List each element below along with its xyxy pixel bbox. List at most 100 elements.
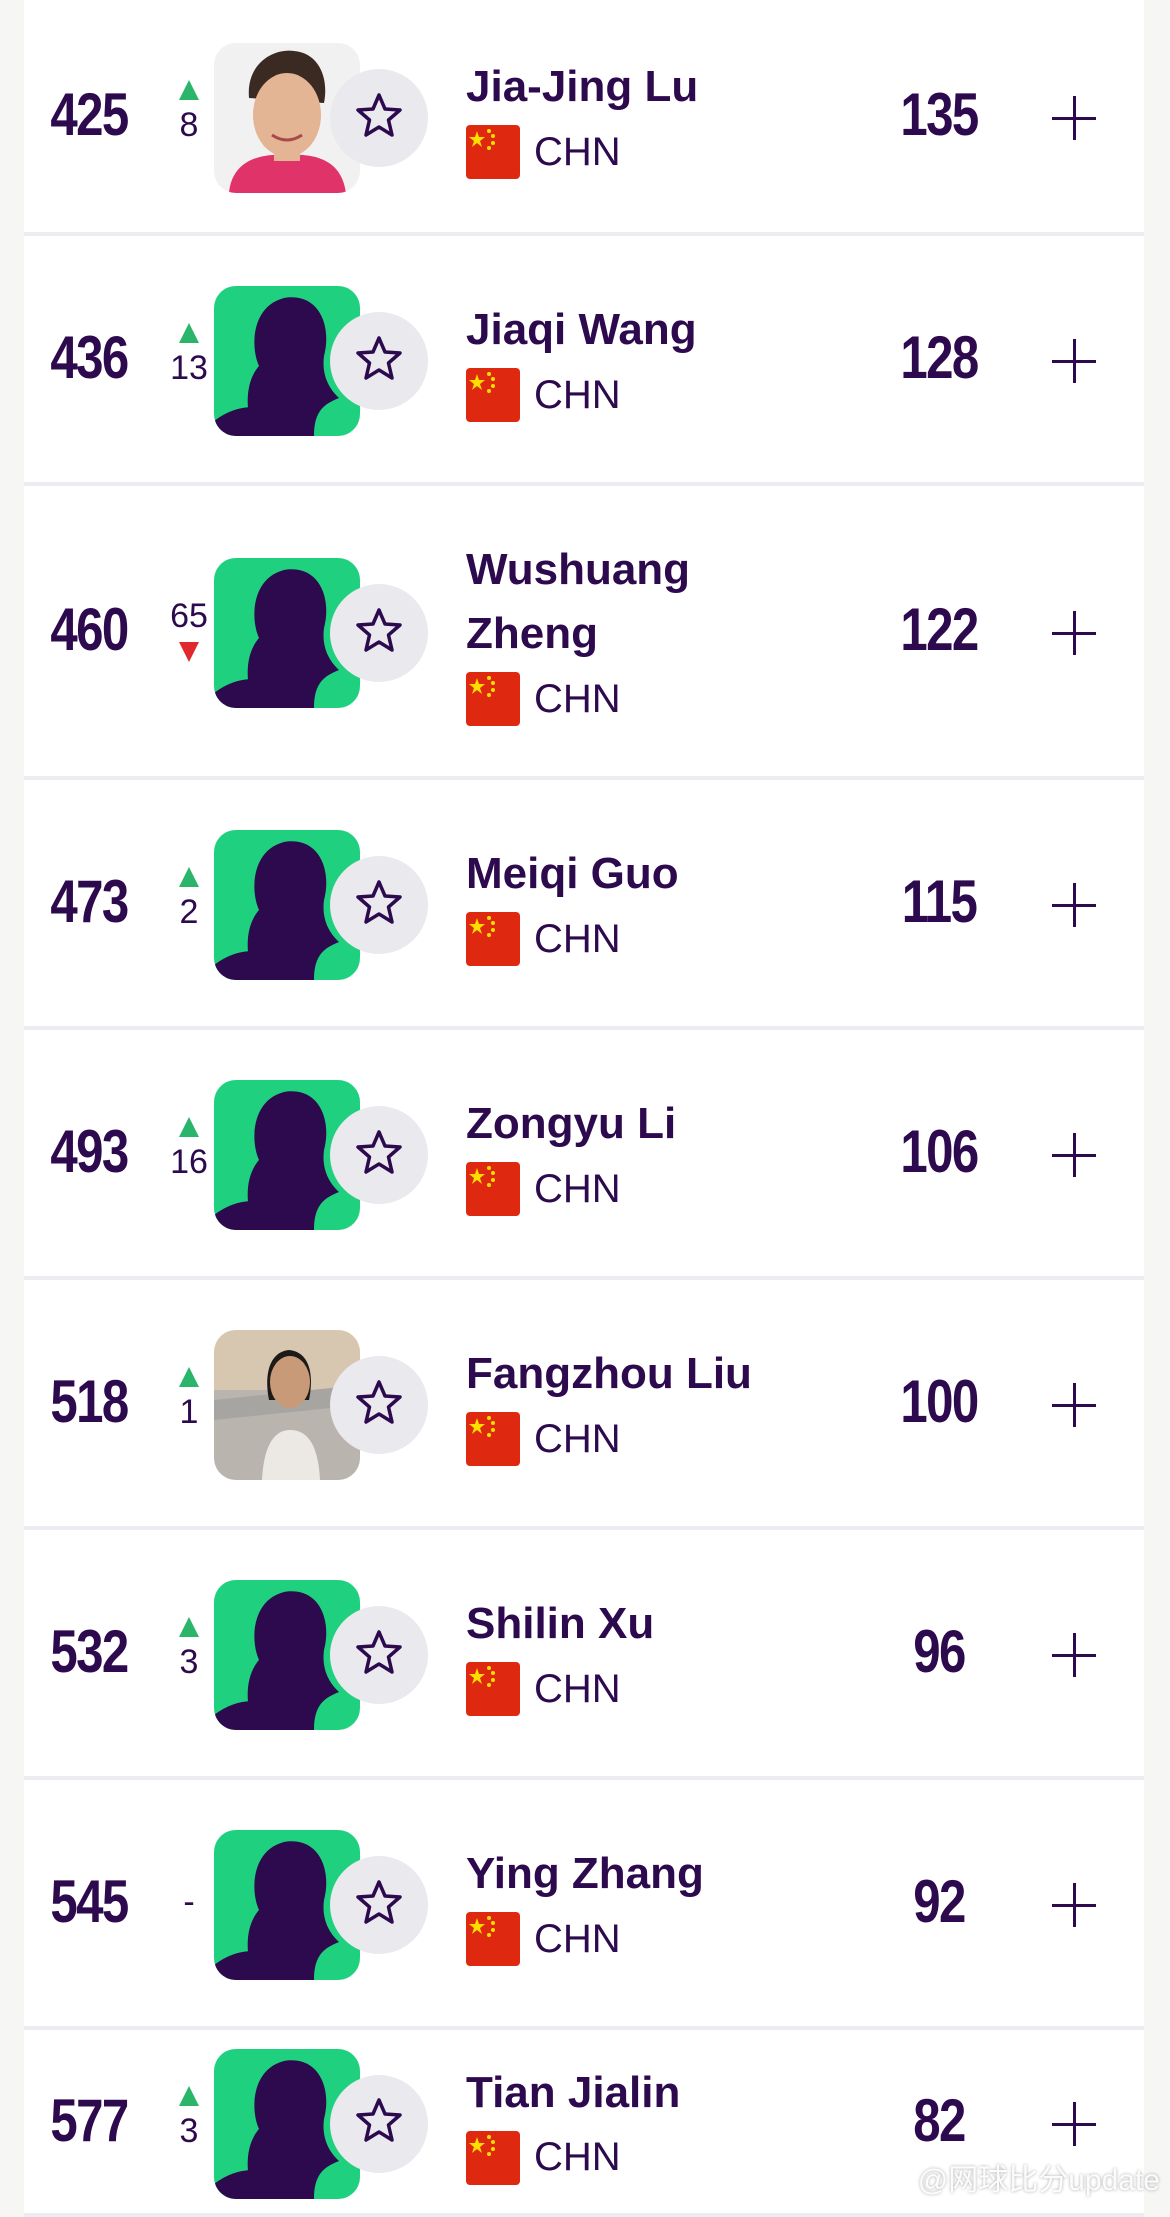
favorite-button[interactable] <box>330 1106 428 1204</box>
player-name[interactable]: Fangzhou Liu <box>466 1342 796 1406</box>
favorite-button[interactable] <box>330 1356 428 1454</box>
player-name[interactable]: Meiqi Guo <box>466 842 796 906</box>
country-code: CHN <box>534 676 621 721</box>
china-flag-icon <box>466 912 520 966</box>
expand-plus-icon[interactable] <box>1044 1375 1104 1435</box>
player-points: 128 <box>900 324 979 391</box>
player-points: 115 <box>901 868 978 935</box>
star-outline-icon <box>354 878 404 933</box>
rank-movement-value: 2 <box>179 893 199 931</box>
player-name[interactable]: Shilin Xu <box>466 1592 796 1656</box>
weibo-icon <box>869 2164 910 2193</box>
player-name[interactable]: Zongyu Li <box>466 1092 796 1156</box>
favorite-button[interactable] <box>330 312 428 410</box>
country-code: CHN <box>534 1666 621 1711</box>
china-flag-icon <box>466 1412 520 1466</box>
country-code: CHN <box>534 129 621 174</box>
player-row[interactable]: 518 1 Fangzhou Liu CHN 100 <box>24 1280 1144 1530</box>
player-name-line: Zheng <box>466 609 598 658</box>
player-row[interactable]: 425 8 Jia-Jing Lu CHN 135 <box>24 0 1144 236</box>
player-country: CHN <box>466 125 621 179</box>
player-row[interactable]: 545 - Ying Zhang CHN 92 <box>24 1780 1144 2030</box>
player-country: CHN <box>466 672 621 726</box>
favorite-button[interactable] <box>330 1856 428 1954</box>
expand-plus-icon[interactable] <box>1044 88 1104 148</box>
player-row[interactable]: 460 65 Wushuang Zheng CHN 122 <box>24 486 1144 780</box>
triangle-up-icon <box>179 1367 199 1387</box>
favorite-button[interactable] <box>330 584 428 682</box>
rank-movement-value: 3 <box>179 1643 199 1681</box>
player-name[interactable]: Jiaqi Wang <box>466 298 796 362</box>
triangle-up-icon <box>179 2085 199 2106</box>
player-row[interactable]: 473 2 Meiqi Guo CHN 115 <box>24 780 1144 1030</box>
player-name-line: Zongyu Li <box>466 1099 677 1148</box>
player-country: CHN <box>466 1912 621 1966</box>
star-outline-icon <box>354 1128 404 1183</box>
player-name-line: Wushuang <box>466 545 691 594</box>
player-country: CHN <box>466 2130 621 2185</box>
player-country: CHN <box>466 1162 621 1216</box>
player-points: 135 <box>900 81 979 148</box>
triangle-up-icon <box>179 867 199 887</box>
player-country: CHN <box>466 1662 621 1716</box>
favorite-button[interactable] <box>330 69 428 167</box>
triangle-up-icon <box>179 1617 199 1637</box>
star-outline-icon <box>354 2096 404 2151</box>
player-name[interactable]: Jia-Jing Lu <box>466 55 796 119</box>
player-name-line: Fangzhou Liu <box>466 1349 752 1398</box>
china-flag-icon <box>466 2130 520 2185</box>
player-rank: 532 <box>50 1618 129 1685</box>
expand-plus-icon[interactable] <box>1044 1875 1104 1935</box>
country-code: CHN <box>534 372 621 417</box>
rank-movement-value: 8 <box>179 106 199 144</box>
player-points: 100 <box>900 1368 979 1435</box>
player-name-line: Jiaqi Wang <box>466 305 697 354</box>
star-outline-icon <box>354 1878 404 1933</box>
expand-plus-icon[interactable] <box>1044 1125 1104 1185</box>
player-points: 82 <box>913 2086 966 2154</box>
expand-plus-icon[interactable] <box>1044 875 1104 935</box>
country-code: CHN <box>534 1416 621 1461</box>
star-outline-icon <box>354 91 404 146</box>
star-outline-icon <box>354 606 404 661</box>
player-name-line: Jia-Jing Lu <box>466 62 699 111</box>
china-flag-icon <box>466 1162 520 1216</box>
rank-movement-value: 3 <box>179 2111 199 2150</box>
player-name[interactable]: Ying Zhang <box>466 1842 796 1906</box>
china-flag-icon <box>466 125 520 179</box>
player-row[interactable]: 436 13 Jiaqi Wang CHN 128 <box>24 236 1144 486</box>
expand-plus-icon[interactable] <box>1044 1625 1104 1685</box>
player-name-line: Meiqi Guo <box>466 849 679 898</box>
favorite-button[interactable] <box>330 1606 428 1704</box>
rank-movement-value: - <box>183 1883 195 1921</box>
player-name[interactable]: Wushuang Zheng <box>466 538 796 666</box>
expand-plus-icon[interactable] <box>1044 2094 1104 2154</box>
rank-movement-value: 16 <box>170 1143 208 1181</box>
star-outline-icon <box>354 1378 404 1433</box>
player-rank: 545 <box>50 1868 129 1935</box>
watermark: @网球比分update <box>868 2155 1160 2199</box>
player-country: CHN <box>466 1412 621 1466</box>
player-rank: 460 <box>50 596 129 663</box>
watermark-text: @网球比分update <box>917 2164 1160 2197</box>
player-country: CHN <box>466 368 621 422</box>
rankings-list: 425 8 Jia-Jing Lu CHN 135 436 13 Jiaqi Wang CHN 1… <box>24 0 1144 2217</box>
player-row[interactable]: 493 16 Zongyu Li CHN 106 <box>24 1030 1144 1280</box>
china-flag-icon <box>466 672 520 726</box>
expand-plus-icon[interactable] <box>1044 603 1104 663</box>
player-rank: 473 <box>50 868 129 935</box>
player-name-line: Tian Jialin <box>466 2067 681 2117</box>
rank-movement-value: 13 <box>170 349 208 387</box>
player-rank: 493 <box>50 1118 129 1185</box>
player-name[interactable]: Tian Jialin <box>466 2061 796 2125</box>
player-rank: 425 <box>50 81 129 148</box>
favorite-button[interactable] <box>330 2074 428 2173</box>
china-flag-icon <box>466 368 520 422</box>
favorite-button[interactable] <box>330 856 428 954</box>
country-code: CHN <box>534 2135 621 2179</box>
triangle-down-icon <box>179 642 199 662</box>
triangle-up-icon <box>179 80 199 100</box>
player-row[interactable]: 532 3 Shilin Xu CHN 96 <box>24 1530 1144 1780</box>
player-rank: 436 <box>50 324 129 391</box>
expand-plus-icon[interactable] <box>1044 331 1104 391</box>
